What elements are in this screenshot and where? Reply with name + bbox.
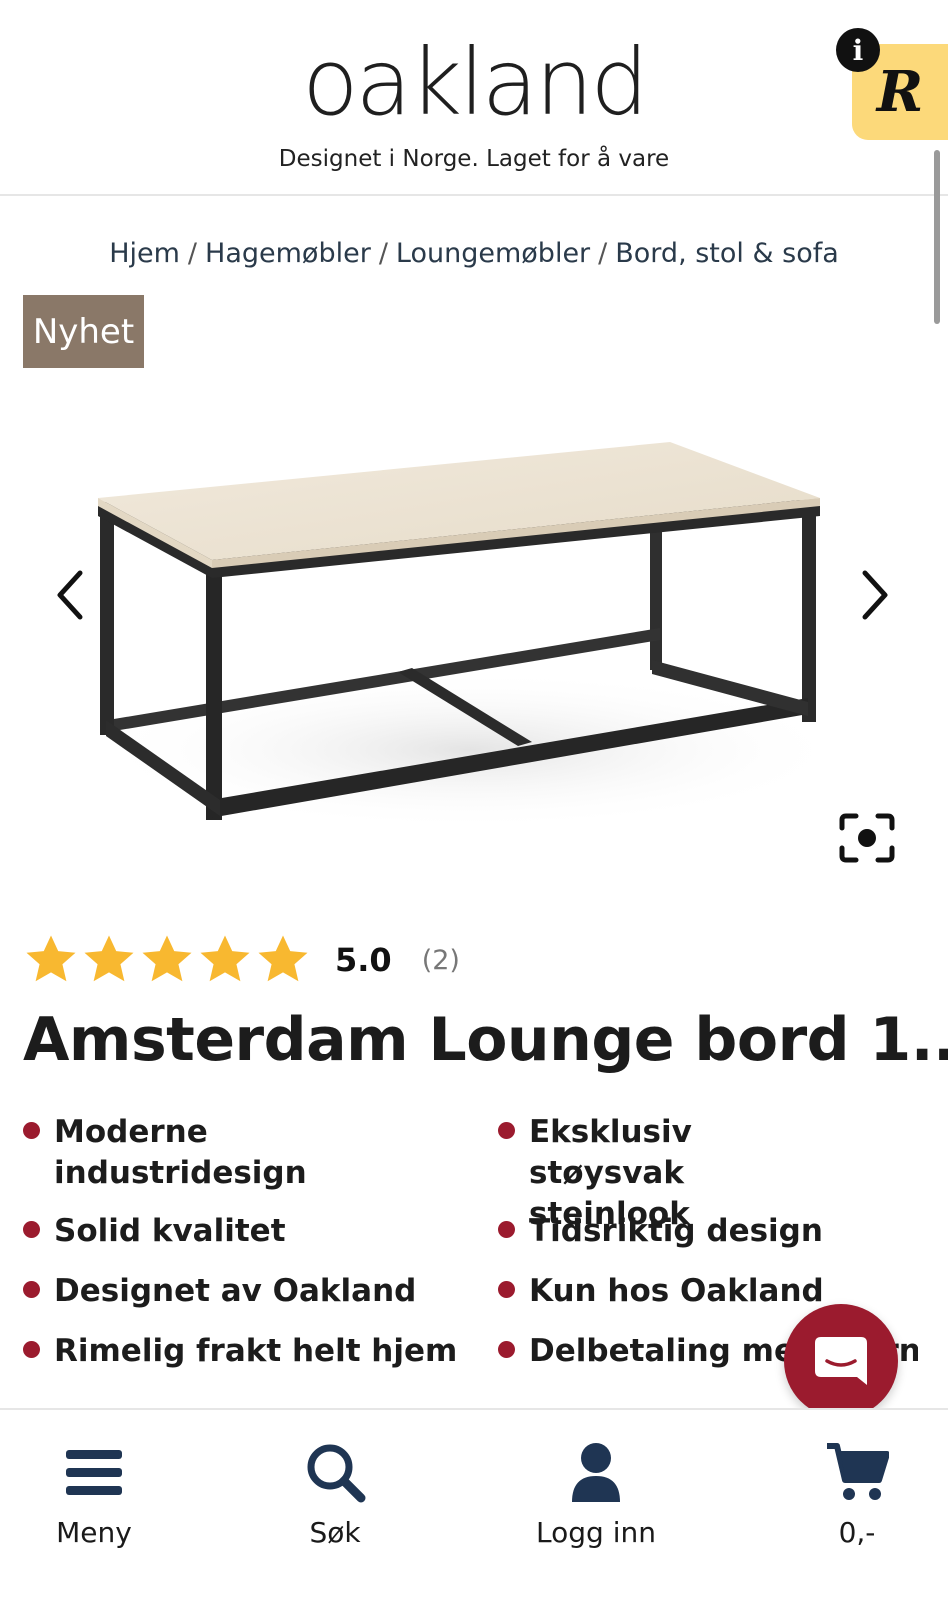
feature-text: Moderne industridesign (54, 1114, 307, 1191)
star-icon (258, 935, 308, 982)
rating-value: 5.0 (335, 941, 392, 979)
new-badge: Nyhet (23, 295, 144, 368)
info-icon[interactable]: i (836, 28, 880, 72)
nav-search-button[interactable]: Søk (245, 1440, 425, 1570)
breadcrumb-lounge-furniture[interactable]: Loungemøbler (396, 238, 590, 269)
bullet-dot-icon (23, 1221, 40, 1238)
product-image[interactable] (60, 420, 880, 860)
feature-text: Tidsriktig design (529, 1213, 823, 1249)
tagline: Designet i Norge. Laget for å vare (278, 146, 670, 172)
nav-cart-button[interactable]: 0,- (767, 1440, 947, 1570)
chat-button[interactable] (784, 1304, 898, 1418)
bullet-dot-icon (23, 1122, 40, 1139)
star-icon (26, 935, 76, 982)
hamburger-menu-icon (66, 1450, 122, 1495)
bullet-dot-icon (498, 1122, 515, 1139)
bullet-dot-icon (23, 1341, 40, 1358)
fullscreen-icon[interactable] (838, 812, 896, 864)
feature-item: Tidsriktig design (498, 1211, 918, 1252)
nav-login-button[interactable]: Logg inn (506, 1440, 686, 1570)
nav-menu-button[interactable]: Meny (4, 1440, 184, 1570)
feature-item: Designet av Oakland (23, 1271, 463, 1312)
nav-menu-label: Meny (56, 1516, 132, 1549)
breadcrumb-table-chair-sofa[interactable]: Bord, stol & sofa (615, 238, 839, 269)
bullet-dot-icon (498, 1221, 515, 1238)
star-icon (84, 935, 134, 982)
star-icon (142, 935, 192, 982)
rating-stars (23, 932, 313, 988)
chat-icon (815, 1337, 867, 1385)
breadcrumb-separator: / (598, 238, 608, 269)
feature-text: Kun hos Oakland (529, 1273, 824, 1309)
bullet-dot-icon (498, 1341, 515, 1358)
breadcrumb-separator: / (378, 238, 388, 269)
chevron-left-icon[interactable] (50, 565, 90, 625)
feature-text: Rimelig frakt helt hjem (54, 1333, 458, 1369)
product-title: Amsterdam Lounge bord 1... (23, 1005, 948, 1075)
breadcrumb-home[interactable]: Hjem (109, 238, 180, 269)
rating-count[interactable]: (2) (422, 945, 460, 976)
breadcrumb-separator: / (187, 238, 198, 269)
oakland-logo[interactable]: oakland (0, 28, 948, 138)
breadcrumb-garden-furniture[interactable]: Hagemøbler (205, 238, 371, 269)
feature-item: Rimelig frakt helt hjem (23, 1331, 463, 1372)
feature-item: Moderne industridesign (23, 1112, 463, 1194)
reviews-widget-logo: R (876, 59, 924, 125)
feature-text: Solid kvalitet (54, 1213, 286, 1249)
search-icon (307, 1444, 366, 1503)
nav-search-label: Søk (309, 1516, 361, 1549)
cart-total: 0,- (838, 1516, 876, 1549)
nav-login-label: Logg inn (536, 1516, 656, 1549)
feature-item: Solid kvalitet (23, 1211, 463, 1252)
site-header: oakland Designet i Norge. Laget for å va… (0, 0, 948, 196)
chevron-right-icon[interactable] (855, 565, 895, 625)
bullet-dot-icon (498, 1281, 515, 1298)
star-icon (200, 935, 250, 982)
breadcrumb: Hjem / Hagemøbler / Loungemøbler / Bord, stol … (0, 234, 948, 274)
shopping-cart-icon (827, 1443, 889, 1500)
bottom-nav: Meny Søk Logg inn 0,- (0, 1408, 948, 1602)
rating-row[interactable]: 5.0 (2) (23, 930, 623, 990)
feature-text: Designet av Oakland (54, 1273, 417, 1309)
bullet-dot-icon (23, 1281, 40, 1298)
user-icon (572, 1443, 620, 1502)
